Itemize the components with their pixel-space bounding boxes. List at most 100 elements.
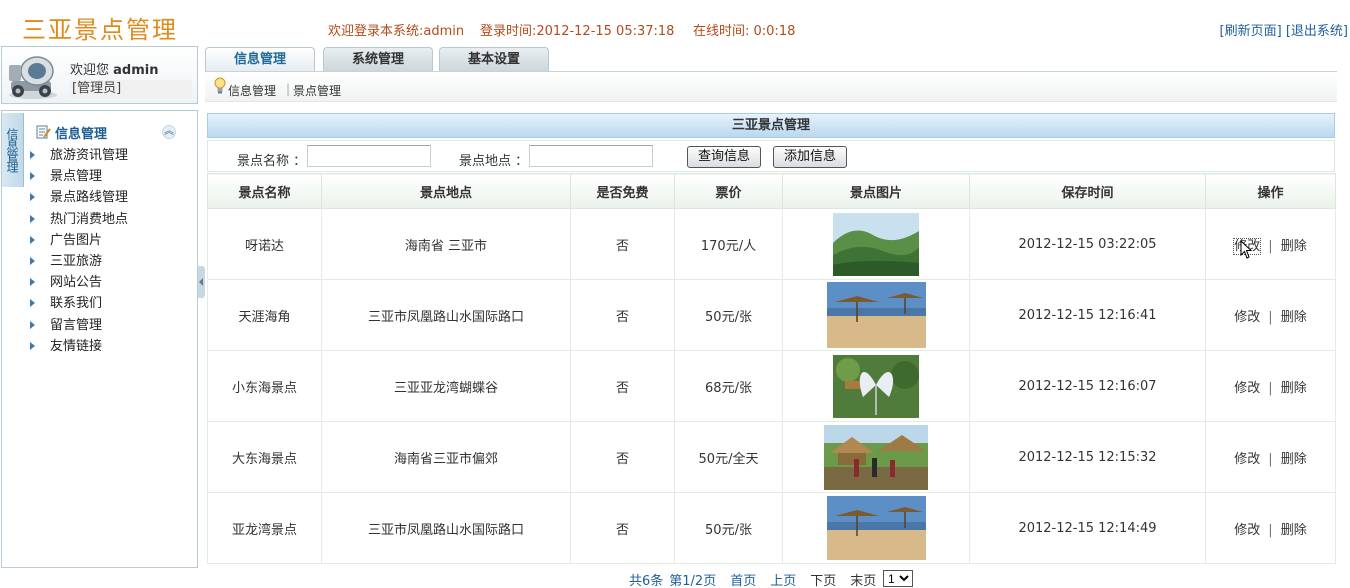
cell-free: 否 bbox=[570, 421, 675, 493]
tab-basic-settings[interactable]: 基本设置 bbox=[439, 47, 549, 71]
column-header-location: 景点地点 bbox=[321, 173, 571, 209]
prev-page-link[interactable]: 上页 bbox=[770, 574, 796, 588]
sidebar-item-friend-links[interactable]: 友情链接 bbox=[30, 336, 195, 357]
column-header-free: 是否免费 bbox=[570, 173, 675, 209]
sidebar-item-scenic-management[interactable]: 景点管理 bbox=[30, 166, 195, 187]
last-page-link[interactable]: 末页 bbox=[850, 574, 876, 588]
action-separator: | bbox=[1268, 380, 1273, 396]
beach-photo-icon bbox=[826, 496, 926, 560]
avatar bbox=[9, 56, 57, 99]
lightbulb-icon bbox=[214, 77, 226, 94]
action-separator: | bbox=[1268, 238, 1273, 254]
column-header-name: 景点名称 bbox=[207, 173, 322, 209]
cell-saved-time: 2012-12-15 12:16:41 bbox=[969, 279, 1206, 351]
pagination-page-info: 第1/2页 bbox=[669, 574, 717, 588]
breadcrumb-separator: | bbox=[286, 82, 291, 96]
table-row: 亚龙湾景点 三亚市凤凰路山水国际路口 否 50元/张 2012-12-15 12… bbox=[207, 492, 1336, 564]
table-row: 呀诺达 海南省 三亚市 否 170元/人 2012-12-15 03:22:05… bbox=[207, 208, 1336, 280]
cell-location: 三亚市凤凰路山水国际路口 bbox=[321, 492, 571, 564]
cell-free: 否 bbox=[570, 350, 675, 422]
column-header-saved-time: 保存时间 bbox=[969, 173, 1206, 209]
cell-location: 海南省 三亚市 bbox=[321, 208, 571, 280]
sidebar-item-ad-images[interactable]: 广告图片 bbox=[30, 230, 195, 251]
cell-price: 50元/张 bbox=[674, 492, 783, 564]
sidebar-vertical-tab[interactable]: 信息管理 bbox=[2, 113, 24, 187]
arrow-right-icon bbox=[30, 256, 35, 265]
edit-note-icon bbox=[36, 125, 51, 139]
cell-name: 小东海景点 bbox=[207, 350, 322, 422]
tab-system-management[interactable]: 系统管理 bbox=[323, 47, 433, 71]
sidebar-item-hot-spots[interactable]: 热门消费地点 bbox=[30, 209, 195, 230]
cell-actions: 修改 | 删除 bbox=[1205, 421, 1336, 493]
scenic-location-label: 景点地点 ： bbox=[459, 154, 529, 169]
collapse-up-icon[interactable]: ︽ bbox=[162, 125, 176, 139]
cell-name: 天涯海角 bbox=[207, 279, 322, 351]
delete-link[interactable]: 删除 bbox=[1281, 381, 1307, 396]
cell-location: 三亚亚龙湾蝴蝶谷 bbox=[321, 350, 571, 422]
beach-photo-icon bbox=[826, 282, 926, 348]
query-button[interactable]: 查询信息 bbox=[687, 146, 762, 168]
delete-link[interactable]: 删除 bbox=[1281, 452, 1307, 467]
arrow-right-icon bbox=[30, 299, 35, 308]
first-page-link[interactable]: 首页 bbox=[730, 574, 756, 588]
mouse-cursor-icon bbox=[1240, 240, 1253, 259]
sidebar-toggle-handle[interactable] bbox=[198, 266, 205, 298]
scenic-table: 景点名称 景点地点 是否免费 票价 景点图片 保存时间 操作 呀诺达 海南省 三… bbox=[207, 173, 1336, 564]
cell-name: 呀诺达 bbox=[207, 208, 322, 280]
forest-photo-icon bbox=[833, 212, 919, 276]
delete-link[interactable]: 删除 bbox=[1281, 310, 1307, 325]
edit-link[interactable]: 修改 bbox=[1234, 523, 1260, 538]
scenic-name-input[interactable] bbox=[307, 145, 431, 167]
column-header-price: 票价 bbox=[674, 173, 783, 209]
sidebar-item-messages[interactable]: 留言管理 bbox=[30, 315, 195, 336]
action-separator: | bbox=[1268, 522, 1273, 538]
delete-link[interactable]: 删除 bbox=[1281, 239, 1307, 254]
breadcrumb: 信息管理 | 景点管理 bbox=[205, 72, 1337, 102]
user-welcome: 欢迎您 admin bbox=[70, 63, 159, 78]
edit-link[interactable]: 修改 bbox=[1234, 452, 1260, 467]
refresh-page-link[interactable]: [刷新页面] bbox=[1220, 24, 1282, 39]
edit-link[interactable]: 修改 bbox=[1234, 310, 1260, 325]
table-header-row: 景点名称 景点地点 是否免费 票价 景点图片 保存时间 操作 bbox=[207, 173, 1336, 209]
app-title: 三亚景点管理 bbox=[22, 16, 178, 44]
add-button[interactable]: 添加信息 bbox=[773, 146, 848, 168]
cell-image bbox=[782, 279, 970, 351]
sidebar: 信息管理 信息管理 ︽ 旅游资讯管理 景点管理 景点路线管理 热门消费地点 广告… bbox=[1, 110, 198, 568]
next-page-link[interactable]: 下页 bbox=[810, 574, 836, 588]
scenic-location-input[interactable] bbox=[529, 145, 653, 167]
breadcrumb-info-management[interactable]: 信息管理 bbox=[228, 82, 276, 99]
cell-actions: 修改 | 删除 bbox=[1205, 350, 1336, 422]
page-select[interactable]: 1 bbox=[883, 570, 913, 587]
sidebar-item-sanya-travel[interactable]: 三亚旅游 bbox=[30, 251, 195, 272]
pagination-total: 共6条 bbox=[629, 574, 664, 588]
pagination: 共6条 第1/2页 首页 上页 下页 末页 bbox=[629, 570, 886, 588]
sidebar-item-announcements[interactable]: 网站公告 bbox=[30, 272, 195, 293]
cell-price: 50元/张 bbox=[674, 279, 783, 351]
tab-info-management[interactable]: 信息管理 bbox=[205, 47, 315, 72]
cell-actions: 修改 | 删除 bbox=[1205, 208, 1336, 280]
action-separator: | bbox=[1268, 451, 1273, 467]
breadcrumb-scenic-management: 景点管理 bbox=[293, 84, 342, 98]
logout-link[interactable]: [退出系统] bbox=[1286, 24, 1348, 39]
arrow-right-icon bbox=[30, 235, 35, 244]
table-row: 小东海景点 三亚亚龙湾蝴蝶谷 否 68元/张 2012-12-15 12:16:… bbox=[207, 350, 1336, 422]
column-header-image: 景点图片 bbox=[782, 173, 970, 209]
arrow-right-icon bbox=[30, 320, 35, 329]
edit-link[interactable]: 修改 bbox=[1234, 381, 1260, 396]
table-row: 大东海景点 海南省三亚市偏郊 否 50元/全天 2012-12-15 12:15… bbox=[207, 421, 1336, 493]
sidebar-item-route-management[interactable]: 景点路线管理 bbox=[30, 187, 195, 208]
butterfly-photo-icon bbox=[833, 354, 919, 418]
cell-location: 三亚市凤凰路山水国际路口 bbox=[321, 279, 571, 351]
sidebar-menu: 旅游资讯管理 景点管理 景点路线管理 热门消费地点 广告图片 三亚旅游 网站公告… bbox=[30, 145, 195, 357]
arrow-right-icon bbox=[30, 278, 35, 287]
cell-saved-time: 2012-12-15 12:15:32 bbox=[969, 421, 1206, 493]
sidebar-heading[interactable]: 信息管理 bbox=[55, 123, 107, 142]
scenic-name-label: 景点名称 ： bbox=[237, 154, 307, 169]
delete-link[interactable]: 删除 bbox=[1281, 523, 1307, 538]
welcome-message: 欢迎登录本系统:admin bbox=[328, 24, 465, 39]
sidebar-item-contact-us[interactable]: 联系我们 bbox=[30, 293, 195, 314]
arrow-right-icon bbox=[30, 151, 35, 159]
cell-image bbox=[782, 492, 970, 564]
cell-saved-time: 2012-12-15 12:16:07 bbox=[969, 350, 1206, 422]
sidebar-item-travel-news[interactable]: 旅游资讯管理 bbox=[30, 145, 195, 166]
